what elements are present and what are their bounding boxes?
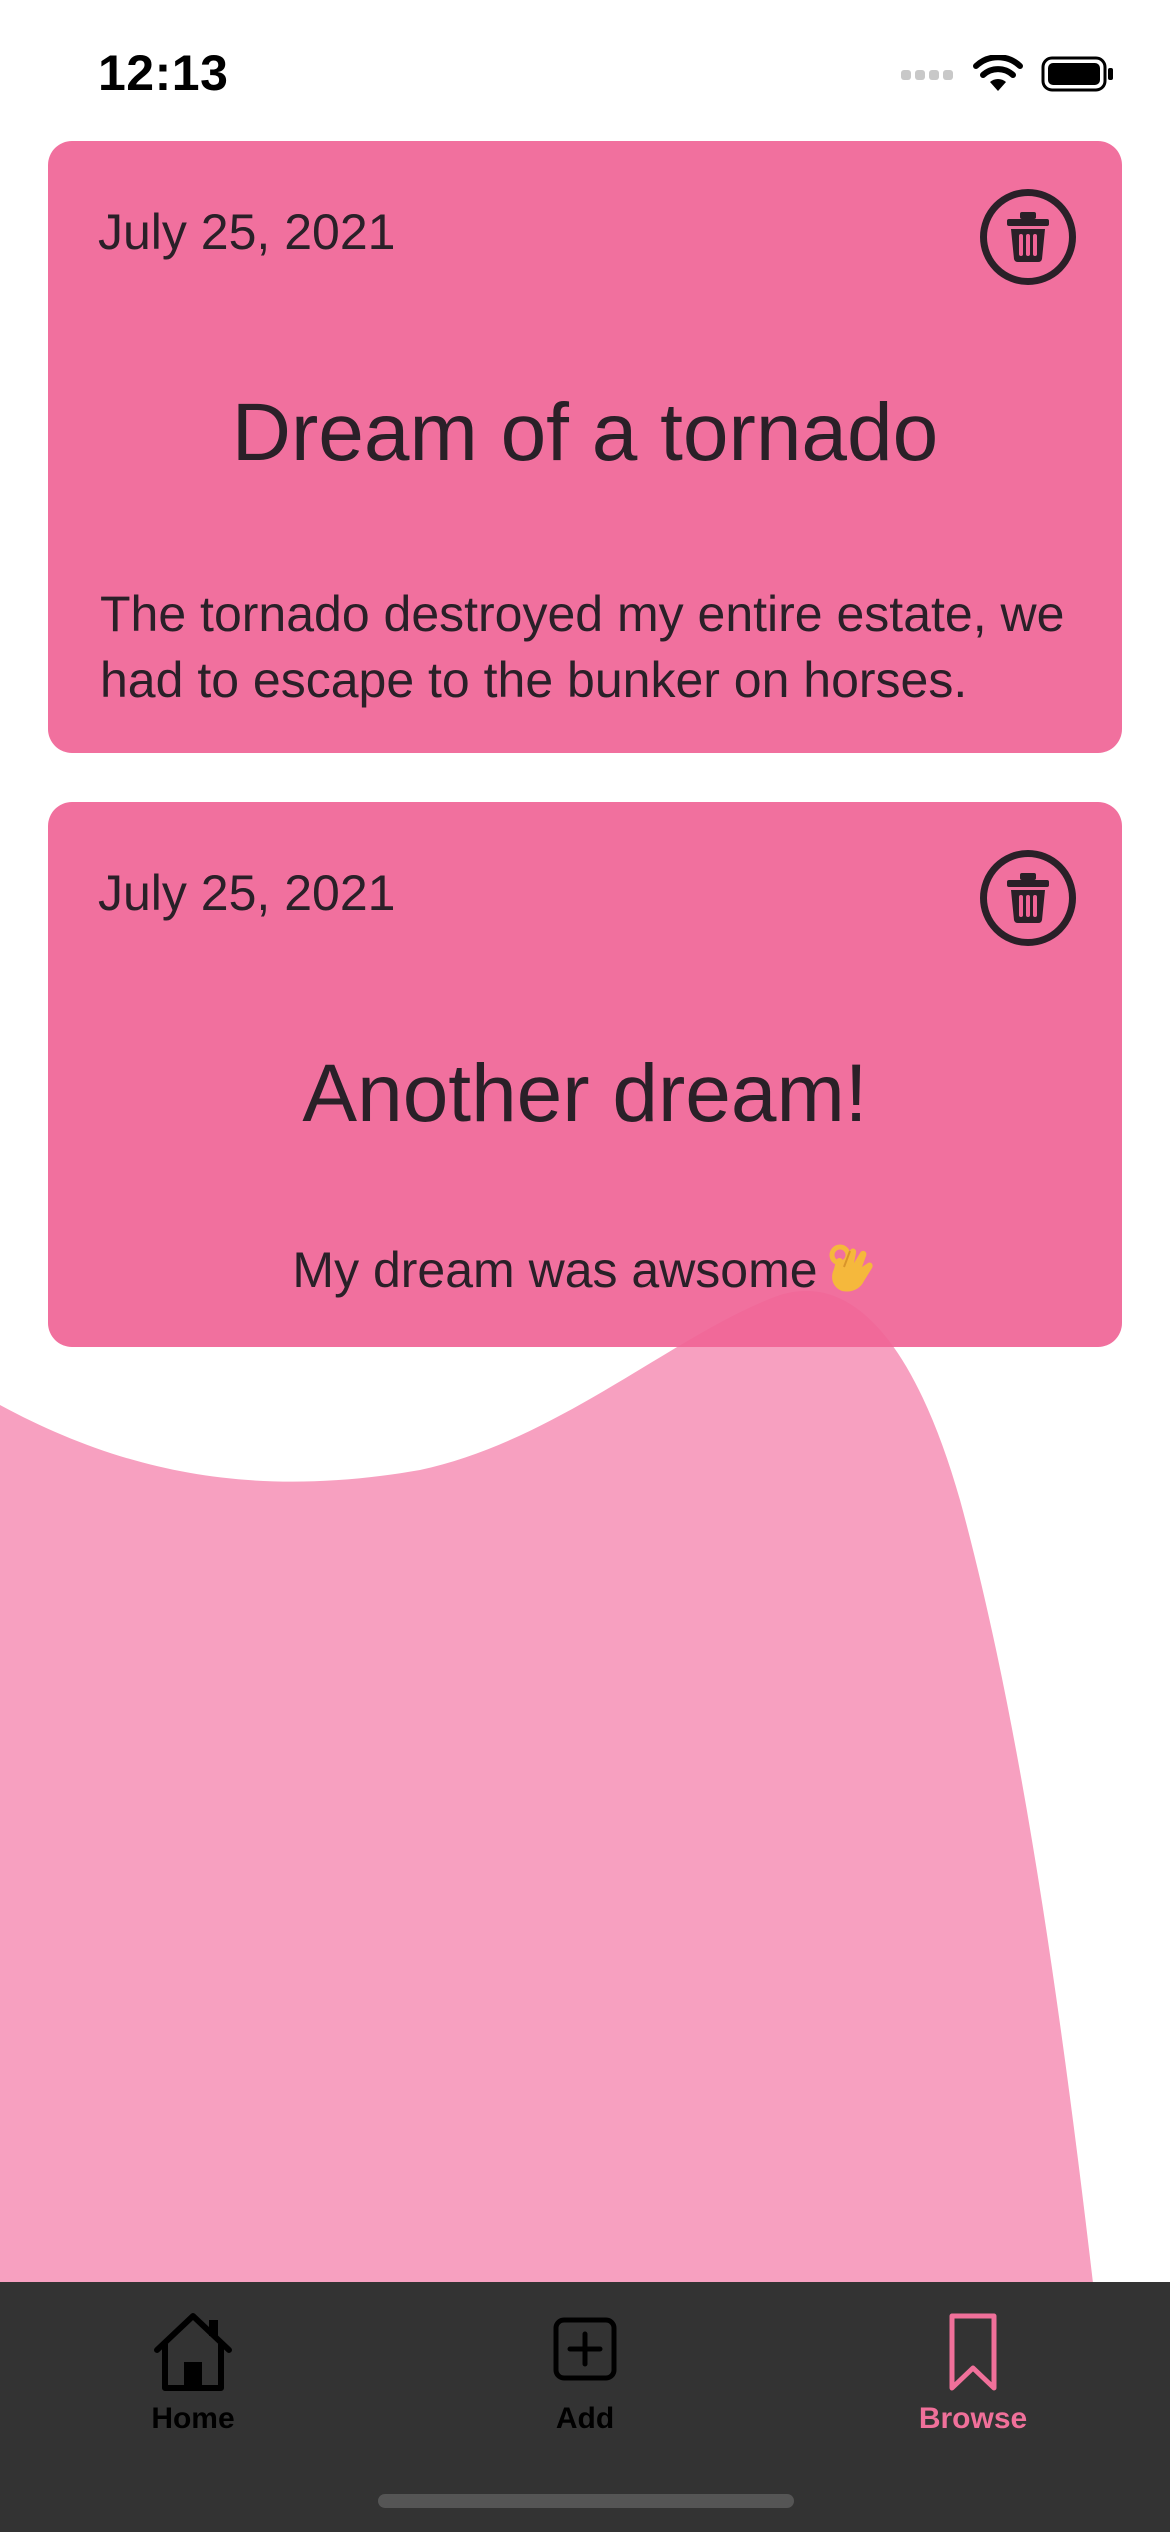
trash-icon xyxy=(1007,873,1049,924)
tab-label: Browse xyxy=(918,2402,1028,2435)
dream-card[interactable]: July 25, 2021 Dream of a tornado The tor… xyxy=(48,141,1122,753)
tab-label: Home xyxy=(151,2402,235,2435)
tab-add[interactable]: Add xyxy=(485,2306,685,2436)
dream-body: My dream was awsome xyxy=(292,1242,818,1298)
tab-browse[interactable]: Browse xyxy=(873,2306,1073,2436)
signal-icon xyxy=(901,70,953,80)
dream-title: Another dream! xyxy=(302,1048,868,1139)
delete-dream-button[interactable] xyxy=(980,850,1076,946)
status-bar: 12:13 xyxy=(0,0,1170,140)
plus-square-icon xyxy=(553,2317,617,2381)
status-icons xyxy=(901,50,1115,98)
dream-date: July 25, 2021 xyxy=(98,204,396,260)
tab-label: Add xyxy=(555,2402,615,2435)
ok-hand-emoji xyxy=(829,1244,873,1292)
bookmark-icon xyxy=(949,2313,997,2391)
status-time: 12:13 xyxy=(98,45,229,101)
home-icon xyxy=(154,2313,232,2391)
dream-card[interactable]: July 25, 2021 Another dream! My dream wa… xyxy=(48,802,1122,1347)
dream-date: July 25, 2021 xyxy=(98,865,396,921)
home-indicator[interactable] xyxy=(378,2494,794,2508)
dream-body-container: My dream was awsome xyxy=(100,1237,1070,1303)
dream-title: Dream of a tornado xyxy=(231,387,939,478)
tab-home[interactable]: Home xyxy=(93,2306,293,2436)
dream-body: The tornado destroyed my entire estate, … xyxy=(100,586,1065,708)
trash-icon xyxy=(1007,212,1049,263)
delete-dream-button[interactable] xyxy=(980,189,1076,285)
dream-journal-screen: 12:13 July 25, 2021 Dream of a tornado T… xyxy=(0,0,1170,2532)
battery-icon xyxy=(1041,56,1113,92)
wifi-icon xyxy=(973,55,1023,91)
